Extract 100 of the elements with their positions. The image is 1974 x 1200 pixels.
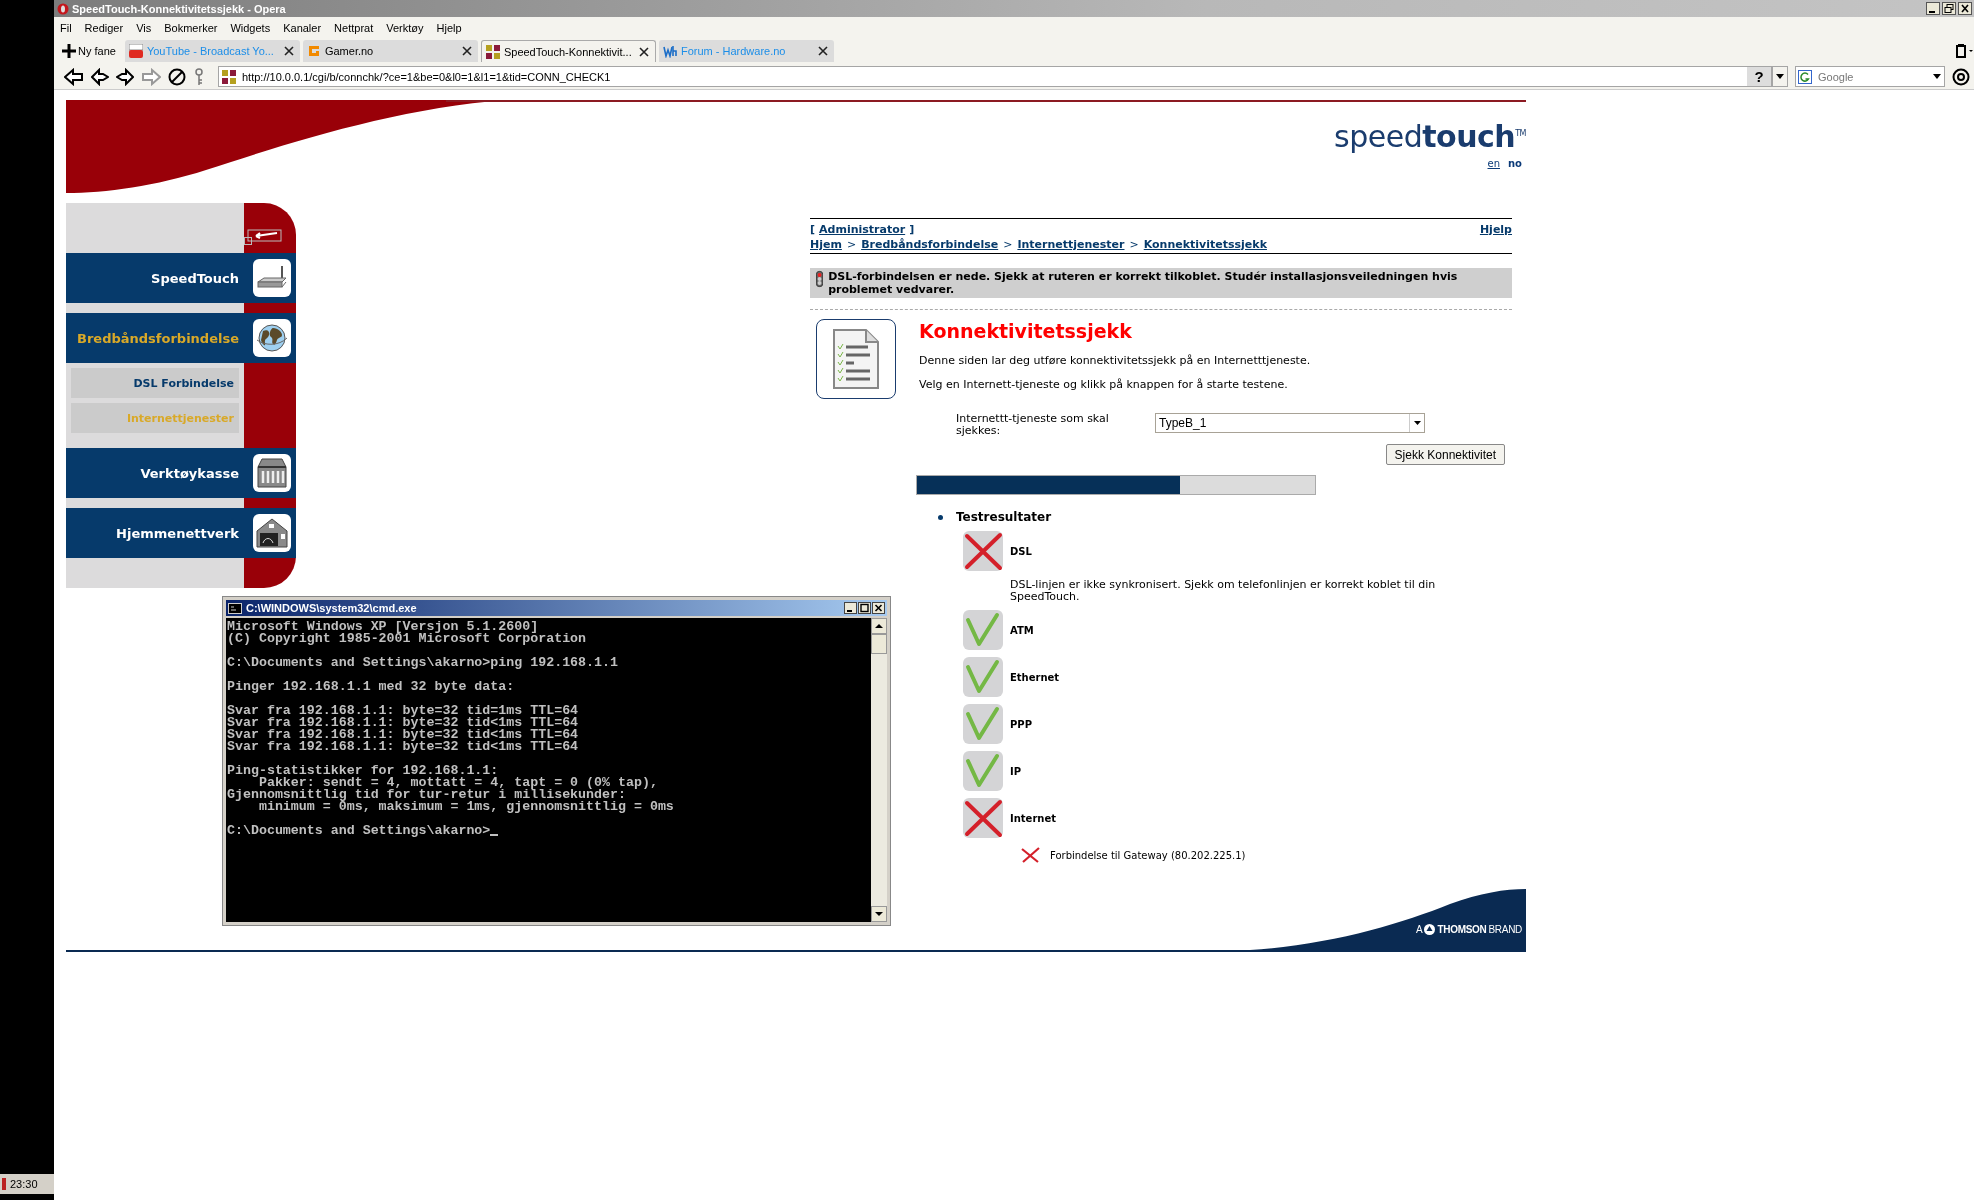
breadcrumb-link[interactable]: Bredbåndsforbindelse (861, 238, 999, 251)
app-icon[interactable] (1, 1177, 7, 1191)
toolbox-icon (255, 457, 289, 489)
house-icon (255, 517, 289, 549)
close-icon[interactable] (1958, 2, 1972, 15)
forward-icon[interactable] (116, 67, 134, 86)
console-line: Gjennomsnittlig tid for tur-retur i millisekunder: (227, 789, 626, 801)
sidebar-item[interactable]: Bredbåndsforbindelse (66, 313, 296, 363)
console-line: Ping-statistikker for 192.168.1.1: (227, 765, 499, 777)
description-text: Denne siden lar deg utføre konnektivitetssjekk på en Internetttjeneste. (919, 355, 1311, 367)
tab-title: YouTube - Broadcast Yo... (146, 45, 275, 57)
result-note: DSL-linjen er ikke synkronisert. Sjekk om telefonlinjen er korrekt koblet til din SpeedTouch. (1010, 579, 1437, 603)
field-label: Internettt-tjeneste som skal sjekkes: (956, 413, 1110, 437)
language-link[interactable]: no (1508, 158, 1522, 169)
new-tab-button[interactable]: Ny fane (59, 44, 122, 58)
menu-item[interactable]: Nettprat (334, 21, 374, 34)
minimize-icon[interactable] (1926, 2, 1940, 15)
page-title: Konnektivitetssjekk (919, 319, 1133, 343)
console-line: Microsoft Windows XP [Versjon 5.1.2600] (227, 621, 539, 633)
help-link[interactable]: Hjelp (1479, 223, 1512, 236)
menu-item[interactable]: Bokmerker (164, 21, 218, 34)
site-icon (222, 69, 236, 84)
sidebar-item[interactable]: Verktøykasse (66, 448, 296, 498)
breadcrumb-separator: > (846, 238, 857, 251)
breadcrumb-link[interactable]: Hjem (810, 238, 842, 251)
back-icon[interactable] (64, 67, 84, 86)
target-icon[interactable] (1952, 67, 1970, 86)
result-label: ATM (1010, 624, 1034, 636)
close-icon[interactable] (638, 46, 649, 57)
close-icon[interactable] (872, 602, 885, 614)
scroll-down-icon[interactable] (871, 906, 887, 922)
console-line: Pinger 192.168.1.1 med 32 byte data: (227, 681, 515, 693)
console-title: C:\WINDOWS\system32\cmd.exe (246, 602, 417, 614)
console-line: (C) Copyright 1985-2001 Microsoft Corporation (227, 633, 587, 645)
console-line: minimum = 0ms, maksimum = 1ms, gjennomsnittlig = 0ms (258, 801, 674, 813)
key-icon[interactable] (193, 67, 205, 86)
console-line: C:\Documents and Settings\akarno> (227, 825, 491, 837)
stop-icon[interactable] (168, 67, 186, 86)
history-dropdown[interactable] (1772, 66, 1788, 87)
menu-item[interactable]: Verktøy (386, 21, 424, 34)
brand-logo-icon (1424, 924, 1436, 935)
search-field[interactable]: Google (1795, 66, 1945, 87)
bracket: ] (909, 223, 915, 236)
console-line: Svar fra 192.168.1.1: byte=32 tid<1ms TTL=64 (227, 717, 579, 729)
result-label: Internet (1010, 812, 1056, 824)
result-label: DSL (1010, 545, 1032, 557)
breadcrumb-link[interactable]: Internettjenester (1017, 238, 1125, 251)
menu-item[interactable]: Kanaler (283, 21, 322, 34)
restore-icon[interactable] (1942, 2, 1956, 15)
scrollbar[interactable] (871, 618, 887, 922)
clock: 23:30 (10, 1178, 38, 1190)
minimize-icon[interactable] (844, 602, 857, 614)
console-line: Pakker: sendt = 4, mottatt = 4, tapt = 0 (0% tap), (258, 777, 658, 789)
description-text: Velg en Internett-tjeneste og klikk på knappen for å starte testene. (919, 379, 1289, 391)
brand-prefix: A (1416, 924, 1423, 935)
document-icon (816, 319, 896, 399)
menu-item[interactable]: Vis (136, 21, 152, 34)
console-line: Svar fra 192.168.1.1: byte=32 tid=1ms TTL=64 (227, 705, 579, 717)
sidebar-item[interactable]: Hjemmenettverk (66, 508, 296, 558)
result-detail: Forbindelse til Gateway (80.202.225.1) (1050, 849, 1246, 861)
language-link[interactable]: en (1487, 158, 1500, 169)
section-heading: Testresultater (956, 510, 1052, 524)
result-label: Ethernet (1010, 671, 1060, 683)
site-icon (128, 44, 143, 58)
breadcrumb-separator: > (1129, 238, 1139, 251)
check-button[interactable]: Sjekk Konnektivitet (1385, 444, 1505, 465)
close-icon[interactable] (283, 46, 294, 56)
tab-title: Forum - Hardware.no (680, 45, 787, 57)
service-select[interactable]: TypeB_1 (1155, 413, 1425, 433)
maximize-icon[interactable] (858, 602, 871, 614)
alert-message: DSL-forbindelsen er nede. Sjekk at ruteren er korrekt tilkoblet. Studér installasjonsveiledningen hvis problemet vedvarer. (828, 270, 1459, 296)
site-icon (662, 44, 677, 58)
bullet-icon (938, 514, 943, 520)
console-line: Svar fra 192.168.1.1: byte=32 tid<1ms TTL=64 (227, 729, 579, 741)
close-icon[interactable] (461, 46, 472, 56)
browser-tab[interactable]: SpeedTouch-Konnektivit... (480, 40, 656, 62)
site-icon (485, 44, 500, 59)
breadcrumb-link[interactable]: Konnektivitetssjekk (1143, 238, 1267, 251)
close-icon[interactable] (817, 46, 828, 56)
rewind-icon[interactable] (91, 67, 109, 86)
address-field[interactable]: http://10.0.0.1/cgi/b/connchk/?ce=1&be=0&l0=1&l1=1&tid=CONN_CHECK1 ? (218, 66, 1772, 87)
scroll-thumb[interactable] (871, 634, 887, 654)
sidebar-subitem[interactable]: DSL Forbindelse (71, 368, 239, 398)
console-icon (228, 602, 242, 614)
tab-title: SpeedTouch-Konnektivit... (503, 45, 633, 58)
menu-item[interactable]: Hjelp (436, 21, 462, 34)
account-link[interactable]: Administrator (819, 223, 906, 236)
brand-suffix: BRAND (1488, 924, 1522, 935)
menu-item[interactable]: Widgets (230, 21, 271, 34)
globe-icon (255, 322, 289, 354)
menu-item[interactable]: Fil (60, 21, 72, 34)
logo: speedtouch$^{TM}$ (1334, 118, 1526, 154)
scroll-up-icon[interactable] (871, 618, 887, 634)
tab-title: Gamer.no (324, 45, 375, 57)
browser-tab[interactable]: Gamer.no (302, 40, 478, 62)
sidebar-item[interactable]: SpeedTouch (66, 253, 296, 303)
menu-item[interactable]: Rediger (84, 21, 124, 34)
console-line: Svar fra 192.168.1.1: byte=32 tid<1ms TTL=64 (227, 741, 579, 753)
trash-icon[interactable] (1954, 44, 1974, 58)
window-title: SpeedTouch-Konnektivitetssjekk - Opera (72, 2, 286, 15)
